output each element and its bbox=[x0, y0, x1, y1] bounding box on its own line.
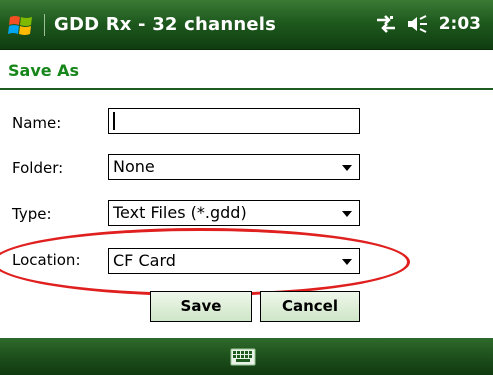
status-area: 2:03 bbox=[375, 14, 481, 34]
keyboard-icon[interactable] bbox=[230, 348, 256, 366]
type-dropdown[interactable]: Text Files (*.gdd) bbox=[108, 200, 360, 226]
volume-icon[interactable] bbox=[407, 15, 429, 33]
title-separator bbox=[44, 14, 45, 36]
folder-dropdown[interactable]: None bbox=[108, 154, 360, 180]
save-button[interactable]: Save bbox=[150, 291, 252, 322]
window-title: GDD Rx - 32 channels bbox=[54, 14, 277, 35]
folder-label: Folder: bbox=[12, 159, 64, 177]
dialog-title: Save As bbox=[8, 61, 80, 80]
windows-start-icon[interactable] bbox=[8, 13, 34, 39]
title-bar: GDD Rx - 32 channels 2:03 bbox=[0, 0, 493, 50]
red-highlight-ellipse bbox=[0, 228, 410, 296]
bottom-menu-bar bbox=[0, 338, 493, 375]
cancel-button[interactable]: Cancel bbox=[260, 291, 360, 322]
chevron-down-icon[interactable] bbox=[342, 165, 352, 171]
chevron-down-icon[interactable] bbox=[342, 211, 352, 217]
connectivity-icon[interactable] bbox=[375, 15, 397, 33]
text-caret bbox=[113, 112, 115, 130]
type-label: Type: bbox=[12, 205, 52, 223]
name-label: Name: bbox=[12, 114, 62, 132]
name-input[interactable] bbox=[108, 108, 360, 134]
clock-time[interactable]: 2:03 bbox=[439, 14, 481, 34]
folder-dropdown-value: None bbox=[113, 157, 155, 176]
dialog-header: Save As bbox=[0, 50, 493, 90]
type-dropdown-value: Text Files (*.gdd) bbox=[113, 203, 247, 222]
